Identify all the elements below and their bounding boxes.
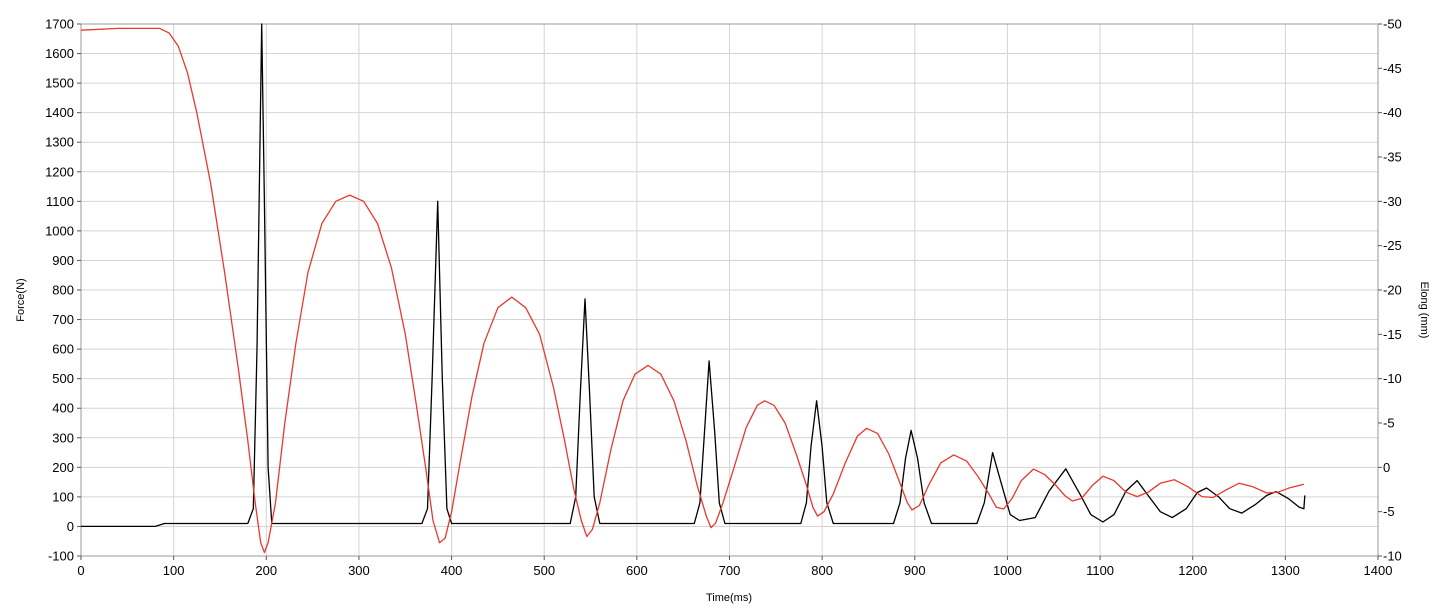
y2-tick-label: -5 [1383,504,1395,519]
y-tick-label: -100 [48,549,74,564]
x-tick-label: 900 [904,563,926,578]
y2-tick-label: -45 [1383,61,1402,76]
y2-tick-label: -20 [1383,283,1402,298]
y2-tick-label: -35 [1383,150,1402,165]
y-axis-label: Force(N) [15,278,27,321]
y-tick-label: 400 [52,401,74,416]
x-tick-label: 300 [348,563,370,578]
y-tick-label: 500 [52,371,74,386]
y-tick-label: 1300 [45,135,74,150]
x-tick-label: 200 [255,563,277,578]
x-tick-label: 500 [533,563,555,578]
x-tick-label: 1100 [1086,563,1114,578]
y2-tick-label: 0 [1383,460,1390,475]
y2-tick-label: -10 [1383,549,1402,564]
x-tick-label: 1200 [1178,563,1207,578]
series-group [80,23,1306,554]
y-tick-label: 1400 [45,105,74,120]
x-tick-label: 1300 [1271,563,1300,578]
y2-tick-label: -10 [1383,371,1402,386]
y-tick-label: 100 [52,489,74,504]
force-series-line [81,23,1306,528]
y-tick-label: 1600 [45,46,74,61]
y-tick-label: 1200 [45,164,74,179]
x-tick-label: 800 [811,563,833,578]
x-tick-label: 100 [163,563,185,578]
x-tick-label: 0 [77,563,84,578]
y-tick-label: 700 [52,312,74,327]
x-tick-label: 600 [626,563,648,578]
x-axis-ticks: 0 100 200 300 400 500 600 700 800 900 1000 1100 1200… [77,556,1392,578]
y2-tick-label: -5 [1383,416,1395,431]
x-tick-label: 400 [441,563,463,578]
y-tick-label: 900 [52,253,74,268]
y-tick-label: 200 [52,460,74,475]
y-tick-label: 1500 [45,76,74,91]
x-tick-label: 1400 [1364,563,1393,578]
y2-tick-label: -30 [1383,194,1402,209]
y2-tick-label: -15 [1383,327,1402,342]
y-tick-label: 1000 [45,223,74,238]
x-axis-label: Time(ms) [706,592,752,604]
force-elong-time-chart: 0 100 200 300 400 500 600 700 800 900 1000 1100 1200… [15,17,1430,605]
x-tick-label: 700 [719,563,741,578]
y-tick-label: 1100 [46,194,74,209]
y-tick-label: 0 [67,519,74,534]
x-tick-label: 1000 [993,563,1022,578]
y-tick-label: 600 [52,342,74,357]
y-tick-label: 1700 [45,17,74,32]
y2-tick-label: -50 [1383,17,1402,32]
y-tick-label: 800 [52,283,74,298]
y2-axis-ticks: -10-50-5-10-15-20-25-30-35-40-45-50 [1378,17,1402,564]
y-tick-label: 300 [52,430,74,445]
y2-tick-label: -40 [1383,105,1402,120]
grid-lines [80,23,1379,557]
y2-tick-label: -25 [1383,238,1402,253]
y-axis-ticks: -100 0 100 200 300 400 500 600 700 800 900 1000 1100… [45,17,81,564]
y2-axis-label: Elong (mm) [1418,282,1430,339]
